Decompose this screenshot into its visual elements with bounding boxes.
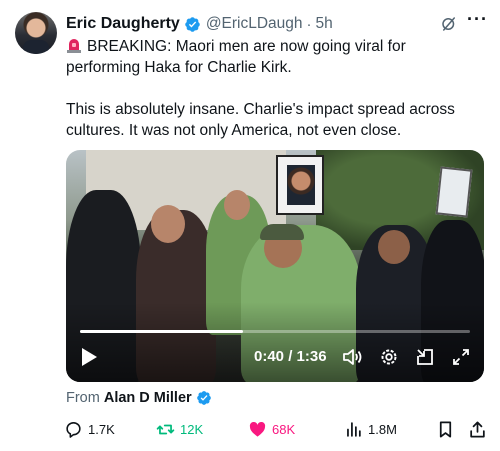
- verified-badge-icon: [196, 391, 211, 405]
- bookmark-icon: [439, 421, 452, 438]
- bookmark-button[interactable]: [436, 420, 455, 439]
- separator-dot: ·: [306, 15, 312, 33]
- video-frame-head: [151, 205, 185, 243]
- share-icon: [470, 421, 485, 438]
- source-name[interactable]: Alan D Miller: [104, 390, 192, 406]
- tweet-body: BREAKING: Maori men are now going viral …: [66, 36, 481, 141]
- fullscreen-icon: [453, 349, 469, 365]
- like-count: 68K: [272, 422, 296, 437]
- source-prefix: From: [66, 390, 100, 406]
- more-icon[interactable]: ···: [467, 9, 488, 30]
- author-name[interactable]: Eric Daugherty: [66, 15, 180, 33]
- repost-count: 12K: [180, 422, 204, 437]
- views-count: 1.8M: [368, 422, 397, 437]
- video-frame-head: [224, 190, 250, 220]
- repost-icon: [156, 424, 175, 435]
- video-source-attribution: From Alan D Miller: [66, 390, 212, 406]
- settings-icon: [381, 349, 397, 365]
- video-frame-cap: [260, 224, 304, 240]
- tweet-actions: 1.7K 12K 68K 1.8M: [64, 420, 486, 442]
- video-controls: 0:40 / 1:36: [66, 346, 484, 372]
- grok-icon[interactable]: [440, 15, 458, 33]
- tweet-line-1: BREAKING: Maori men are now going viral …: [66, 36, 481, 78]
- settings-button[interactable]: [378, 346, 400, 368]
- video-player[interactable]: 0:40 / 1:36: [66, 150, 484, 382]
- heart-icon: [249, 421, 266, 437]
- post-time[interactable]: 5h: [316, 15, 333, 33]
- pip-button[interactable]: [414, 346, 436, 368]
- video-progress-bar[interactable]: [80, 330, 470, 333]
- play-icon: [82, 348, 97, 366]
- tweet-header: Eric Daugherty @EricLDaugh · 5h ···: [66, 9, 488, 35]
- reply-button[interactable]: 1.7K: [64, 420, 115, 439]
- author-avatar[interactable]: [15, 12, 57, 54]
- video-frame-head: [378, 230, 410, 264]
- share-button[interactable]: [468, 420, 487, 439]
- tweet-text-line-1: BREAKING: Maori men are now going viral …: [66, 38, 406, 76]
- reply-count: 1.7K: [88, 422, 115, 437]
- video-timecode: 0:40 / 1:36: [254, 348, 327, 365]
- repost-button[interactable]: 12K: [156, 420, 203, 439]
- video-progress-fill: [80, 330, 243, 333]
- author-handle[interactable]: @EricLDaugh: [206, 15, 303, 33]
- reply-icon: [66, 421, 81, 438]
- volume-icon: [343, 349, 362, 365]
- views-button[interactable]: 1.8M: [344, 420, 397, 439]
- play-button[interactable]: [78, 346, 100, 368]
- tweet-text-line-2: This is absolutely insane. Charlie's imp…: [66, 101, 455, 139]
- video-frame-sign: [276, 155, 324, 215]
- views-icon: [347, 422, 361, 437]
- pip-icon: [417, 349, 433, 365]
- fullscreen-button[interactable]: [450, 346, 472, 368]
- video-frame-sign-2: [435, 166, 473, 218]
- like-button[interactable]: 68K: [248, 420, 295, 439]
- volume-button[interactable]: [342, 346, 364, 368]
- verified-badge-icon: [185, 16, 200, 32]
- siren-icon: [67, 39, 81, 53]
